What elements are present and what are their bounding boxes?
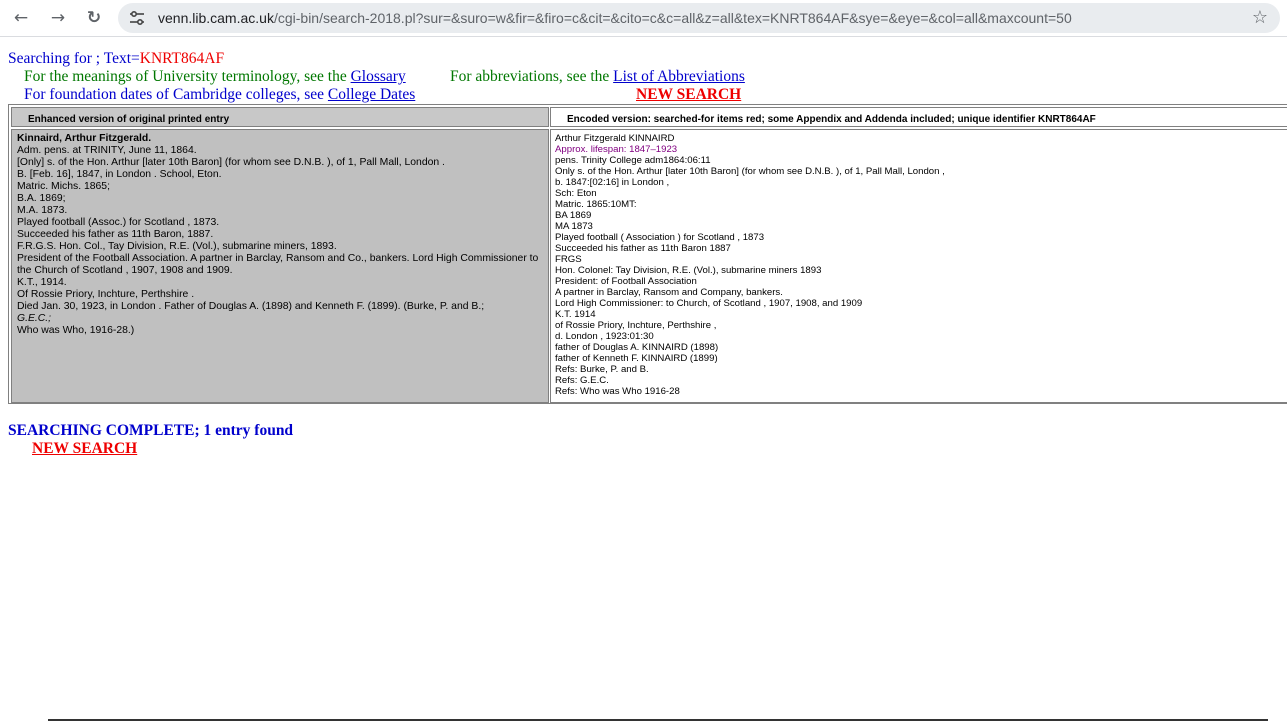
meanings-text: For the meanings of University terminolo… <box>24 68 351 85</box>
dates-text: For foundation dates of Cambridge colleg… <box>24 86 328 103</box>
encoded-line: Matric. 1865:10MT: <box>555 199 637 210</box>
encoded-line: Only s. of the Hon. Arthur [later 10th B… <box>555 166 945 177</box>
entry-line: [Only] s. of the Hon. Arthur [later 10th… <box>17 157 445 168</box>
encoded-line: Played football ( Association ) for Scot… <box>555 232 765 243</box>
entry-line: B. [Feb. 16], 1847, in London . School, … <box>17 169 222 180</box>
url-domain: venn.lib.cam.ac.uk <box>158 10 274 26</box>
abbrev-text: For abbreviations, see the <box>450 68 614 85</box>
entry-line: Died Jan. 30, 1923, in London . Father o… <box>17 301 485 312</box>
abbreviations-link[interactable]: List of Abbreviations <box>613 68 745 85</box>
searching-for-label: Searching for ; Text= <box>8 50 140 67</box>
encoded-line: K.T. 1914 <box>555 309 596 320</box>
entry-line: K.T., 1914. <box>17 277 67 288</box>
results-table: Enhanced version of original printed ent… <box>8 104 1287 404</box>
bookmark-star-icon[interactable]: ☆ <box>1252 7 1268 29</box>
reload-icon[interactable]: ↻ <box>81 6 107 30</box>
entry-line: Played football (Assoc.) for Scotland , … <box>17 217 220 228</box>
encoded-line: pens. Trinity College adm1864:06:11 <box>555 155 711 166</box>
enhanced-header: Enhanced version of original printed ent… <box>11 107 549 127</box>
entry-line: Matric. Michs. 1865; <box>17 181 110 192</box>
page-content: Searching for ; Text=KNRT864AF For the m… <box>0 42 1287 723</box>
entry-line: G.E.C.; <box>17 313 52 324</box>
encoded-line: MA 1873 <box>555 221 593 232</box>
entry-line: B.A. 1869; <box>17 193 66 204</box>
encoded-line: Lord High Commissioner: to Church, of Sc… <box>555 298 863 309</box>
forward-icon[interactable]: → <box>45 6 71 30</box>
encoded-line: b. 1847:[02:16] in London , <box>555 177 670 188</box>
new-search-bottom: NEW SEARCH <box>32 440 137 458</box>
lifespan-line: Approx. lifespan: 1847–1923 <box>555 144 678 155</box>
url-path: /cgi-bin/search-2018.pl?sur=&suro=w&fir=… <box>273 10 1072 26</box>
enhanced-entry: Kinnaird, Arthur Fitzgerald. Adm. pens. … <box>11 129 549 403</box>
entry-line: President of the Football Association. A… <box>17 253 539 276</box>
encoded-line: A partner in Barclay, Ransom and Company… <box>555 287 783 298</box>
encoded-line: FRGS <box>555 254 582 265</box>
meanings-line: For the meanings of University terminolo… <box>24 68 406 86</box>
entry-line: Succeeded his father as 11th Baron, 1887… <box>17 229 214 240</box>
back-icon[interactable]: ← <box>8 6 34 30</box>
encoded-line: Sch: Eton <box>555 188 597 199</box>
search-complete-status: SEARCHING COMPLETE; 1 entry found <box>8 422 294 439</box>
encoded-line: Refs: Who was Who 1916-28 <box>555 386 680 397</box>
searching-for-line: Searching for ; Text=KNRT864AF <box>8 50 224 68</box>
college-dates-link[interactable]: College Dates <box>328 86 415 103</box>
encoded-line: of Rossie Priory, Inchture, Perthshire , <box>555 320 717 331</box>
entry-line: Who was Who, 1916-28.) <box>17 325 135 336</box>
entry-line: Adm. pens. at TRINITY, June 11, 1864. <box>17 145 197 156</box>
abbrev-line: For abbreviations, see the List of Abbre… <box>450 68 745 86</box>
encoded-line: father of Kenneth F. KINNAIRD (1899) <box>555 353 718 364</box>
encoded-line: President: of Football Association <box>555 276 697 287</box>
encoded-line: father of Douglas A. KINNAIRD (1898) <box>555 342 719 353</box>
dates-line: For foundation dates of Cambridge colleg… <box>24 86 415 104</box>
encoded-line: Succeeded his father as 11th Baron 1887 <box>555 243 731 254</box>
site-settings-icon[interactable] <box>128 9 146 27</box>
encoded-header: Encoded version: searched-for items red;… <box>550 107 1287 127</box>
encoded-line: Refs: Burke, P. and B. <box>555 364 649 375</box>
entry-line: Of Rossie Priory, Inchture, Perthshire . <box>17 289 195 300</box>
encoded-line: d. London , 1923:01:30 <box>555 331 654 342</box>
browser-toolbar: ← → ↻ venn.lib.cam.ac.uk/cgi-bin/search-… <box>0 0 1287 37</box>
new-search-top: NEW SEARCH <box>636 86 741 104</box>
encoded-line: Refs: G.E.C. <box>555 375 609 386</box>
encoded-line: BA 1869 <box>555 210 592 221</box>
new-search-link[interactable]: NEW SEARCH <box>636 86 741 103</box>
new-search-link[interactable]: NEW SEARCH <box>32 440 137 457</box>
entry-line: M.A. 1873. <box>17 205 68 216</box>
encoded-line: Arthur Fitzgerald KINNAIRD <box>555 133 675 144</box>
entry-line: F.R.G.S. Hon. Col., Tay Division, R.E. (… <box>17 241 337 252</box>
address-bar[interactable]: venn.lib.cam.ac.uk/cgi-bin/search-2018.p… <box>118 3 1280 33</box>
entry-name: Kinnaird, Arthur Fitzgerald. <box>17 133 152 144</box>
search-term: KNRT864AF <box>139 50 225 67</box>
glossary-link[interactable]: Glossary <box>351 68 406 85</box>
encoded-entry: Arthur Fitzgerald KINNAIRD Approx. lifes… <box>550 129 1287 403</box>
window-bottom-edge <box>48 719 1268 721</box>
url-text[interactable]: venn.lib.cam.ac.uk/cgi-bin/search-2018.p… <box>158 9 1072 27</box>
encoded-line: Hon. Colonel: Tay Division, R.E. (Vol.),… <box>555 265 822 276</box>
